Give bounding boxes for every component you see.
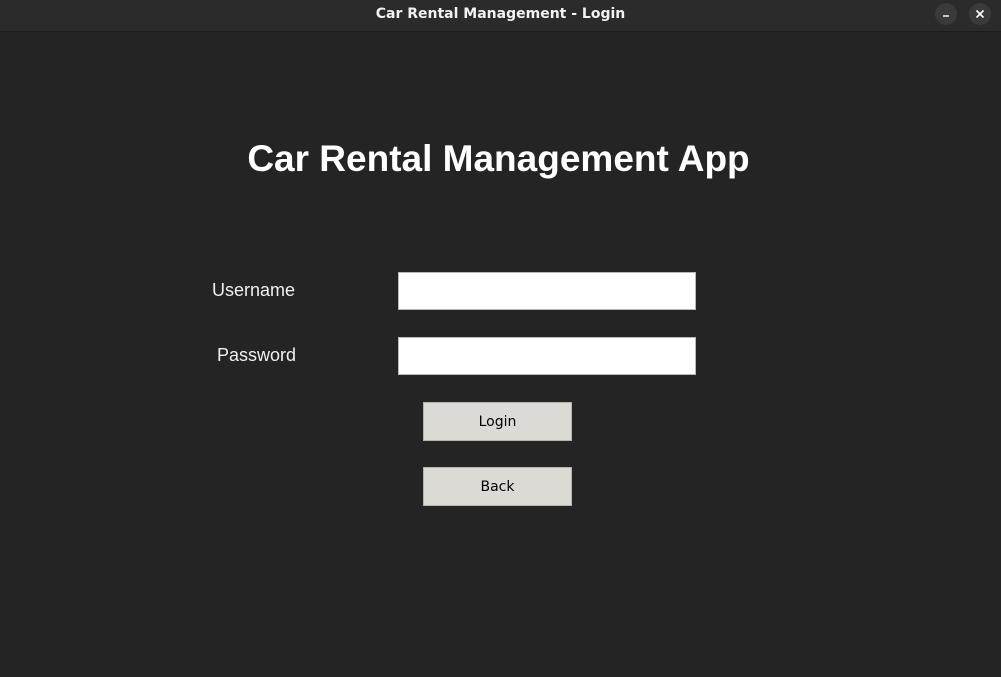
login-window: Car Rental Management - Login Car Rental… [0,0,1001,677]
password-input[interactable] [398,337,696,375]
username-input[interactable] [398,272,696,310]
window-titlebar[interactable]: Car Rental Management - Login [0,0,1001,32]
login-button[interactable]: Login [423,402,572,441]
back-button[interactable]: Back [423,467,572,506]
minimize-icon [943,15,949,17]
login-content: Car Rental Management App Username Passw… [0,32,1001,677]
password-label: Password [217,345,297,365]
window-title: Car Rental Management - Login [375,6,626,22]
username-label: Username [212,280,296,300]
app-title: Car Rental Management App [247,138,750,179]
close-icon [975,9,985,19]
close-button[interactable] [969,3,991,25]
minimize-button[interactable] [935,3,957,25]
